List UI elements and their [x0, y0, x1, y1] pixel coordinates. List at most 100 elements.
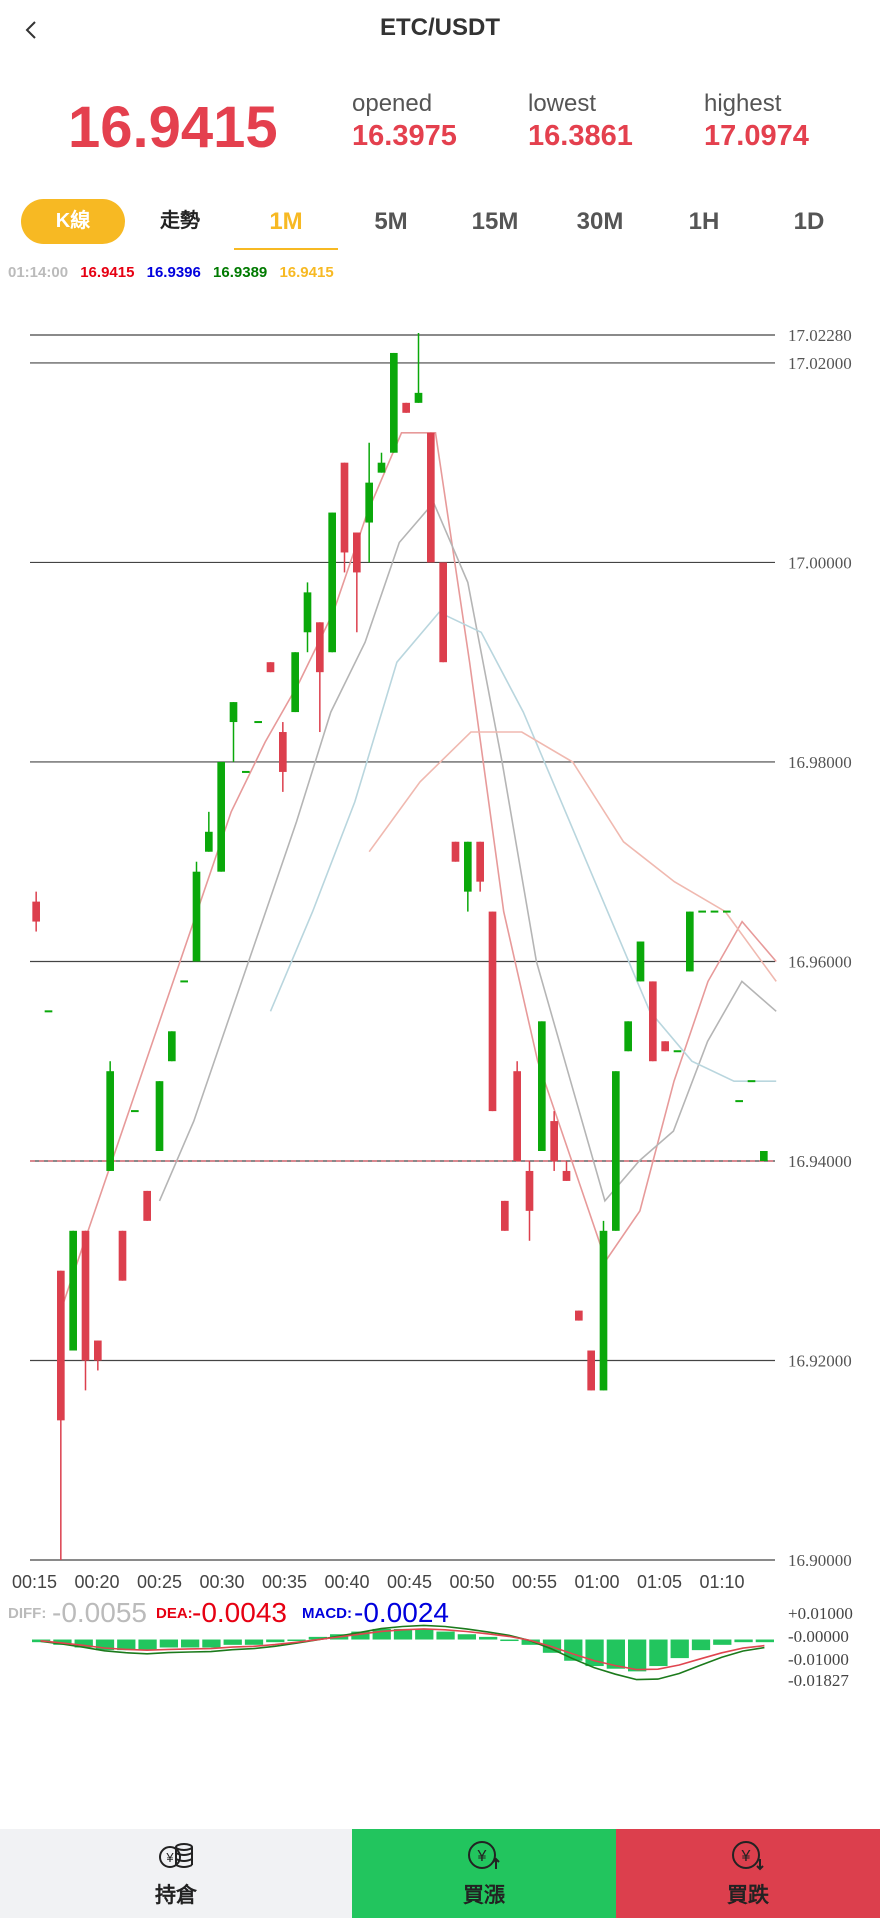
macd-bar [564, 1639, 583, 1661]
candle-body [303, 592, 312, 633]
highest-label: highest [704, 90, 782, 117]
svg-text:¥: ¥ [741, 1848, 751, 1865]
price-tick-label: 16.94000 [788, 1152, 852, 1171]
candle-body [451, 841, 460, 862]
svg-text:¥: ¥ [165, 1850, 174, 1865]
price-tick-label: 17.02000 [788, 354, 852, 373]
macd-diff-label: DIFF: [8, 1605, 46, 1622]
ma-line [269, 611, 777, 1083]
macd-tick-label: -0.01000 [788, 1650, 849, 1669]
macd-bar [755, 1639, 774, 1643]
candle-body [427, 432, 435, 563]
ticker-summary: 16.9415 opened 16.3975 lowest 16.3861 hi… [0, 86, 880, 166]
candle-body [439, 562, 447, 663]
candle-body [94, 1340, 102, 1361]
candle-body [229, 702, 238, 723]
candle-body [525, 1170, 534, 1211]
macd-dea-value: -0.0043 [192, 1597, 287, 1628]
opened-label: opened [352, 90, 433, 117]
tab-30m[interactable]: 30M [548, 199, 652, 244]
candle-body [291, 652, 299, 713]
macd-bar [691, 1639, 711, 1651]
time-tick-label: 00:35 [262, 1572, 307, 1592]
macd-macd-value: -0.0024 [354, 1597, 449, 1628]
candle-body [205, 831, 213, 852]
tab-1d[interactable]: 1D [757, 199, 861, 244]
candle-body [599, 1230, 608, 1391]
macd-bar [670, 1639, 689, 1659]
ma-line [368, 731, 777, 982]
svg-text:¥: ¥ [477, 1848, 487, 1865]
buy-up-button[interactable]: ¥ 買漲 [352, 1829, 616, 1918]
macd-dea-label: DEA: [156, 1605, 193, 1622]
candle-body [575, 1310, 583, 1321]
candle-body [686, 911, 694, 972]
tab-trend[interactable]: 走勢 [140, 199, 220, 244]
candle-body [69, 1230, 77, 1351]
time-tick-label: 00:45 [387, 1572, 432, 1592]
macd-bar [244, 1639, 264, 1645]
candle-body [353, 532, 361, 573]
tab-1m[interactable]: 1M [234, 199, 338, 250]
macd-bar [436, 1631, 455, 1640]
candle-body [624, 1021, 632, 1052]
price-tick-label: 16.98000 [788, 753, 852, 772]
ma-value-2: 16.9396 [146, 264, 201, 281]
tab-kline[interactable]: K線 [21, 199, 125, 244]
price-tick-label: 17.02280 [788, 326, 852, 345]
ma-time: 01:14:00 [8, 264, 69, 281]
macd-bar [479, 1636, 498, 1640]
yuan-up-icon: ¥ [468, 1841, 500, 1869]
candle-body [57, 1270, 65, 1421]
ma-value-1: 16.9415 [80, 264, 135, 281]
macd-bar [457, 1634, 476, 1640]
ma-value-3: 16.9389 [213, 264, 268, 281]
macd-bar [628, 1639, 647, 1672]
candle-body [587, 1350, 595, 1391]
price-tick-label: 16.92000 [788, 1351, 852, 1370]
macd-tick-label: +0.01000 [788, 1604, 853, 1623]
bottom-action-bar: ¥ 持倉 ¥ 買漲 ¥ 買跌 [0, 1829, 880, 1918]
macd-bar [500, 1639, 519, 1642]
positions-label: 持倉 [155, 1884, 197, 1907]
candle-body [328, 512, 336, 653]
candle-body [501, 1200, 509, 1231]
tab-1h[interactable]: 1H [652, 199, 756, 244]
candle-body [365, 482, 373, 523]
candle-body [476, 841, 484, 882]
lowest-stat: lowest 16.3861 [528, 90, 633, 153]
macd-macd-label: MACD: [302, 1605, 352, 1622]
page-title: ETC/USDT [380, 14, 500, 41]
macd-bar [159, 1639, 178, 1648]
candle-body [377, 462, 386, 473]
time-tick-label: 00:50 [450, 1572, 495, 1592]
macd-tick-label: -0.01827 [788, 1671, 849, 1690]
candle-body [710, 910, 719, 913]
opened-stat: opened 16.3975 [352, 90, 457, 153]
candle-body [612, 1071, 620, 1231]
time-tick-label: 01:10 [700, 1572, 745, 1592]
candle-body [180, 980, 188, 983]
candle-body [414, 392, 423, 403]
positions-button[interactable]: ¥ 持倉 [0, 1829, 352, 1918]
yuan-down-icon: ¥ [732, 1841, 764, 1871]
candle-body [217, 761, 225, 872]
macd-bar [223, 1639, 242, 1645]
macd-bar [649, 1639, 668, 1667]
candle-body [513, 1071, 521, 1161]
buy-down-label: 買跌 [727, 1884, 769, 1907]
buy-down-button[interactable]: ¥ 買跌 [616, 1829, 880, 1918]
tab-5m[interactable]: 5M [339, 199, 443, 244]
opened-value: 16.3975 [352, 120, 457, 152]
kline-chart[interactable]: 17.02280 17.02000 17.00000 16.98000 16.96000… [0, 300, 880, 1720]
price-tick-label: 16.96000 [788, 952, 852, 971]
macd-bar [734, 1639, 753, 1643]
macd-tick-label: -0.00000 [788, 1627, 849, 1646]
header: ETC/USDT [0, 0, 880, 62]
candle-body [747, 1080, 756, 1083]
candle-body [192, 871, 201, 962]
time-tick-label: 00:15 [12, 1572, 57, 1592]
candle-body [538, 1021, 546, 1152]
tab-15m[interactable]: 15M [443, 199, 547, 244]
candle-body [402, 402, 410, 413]
